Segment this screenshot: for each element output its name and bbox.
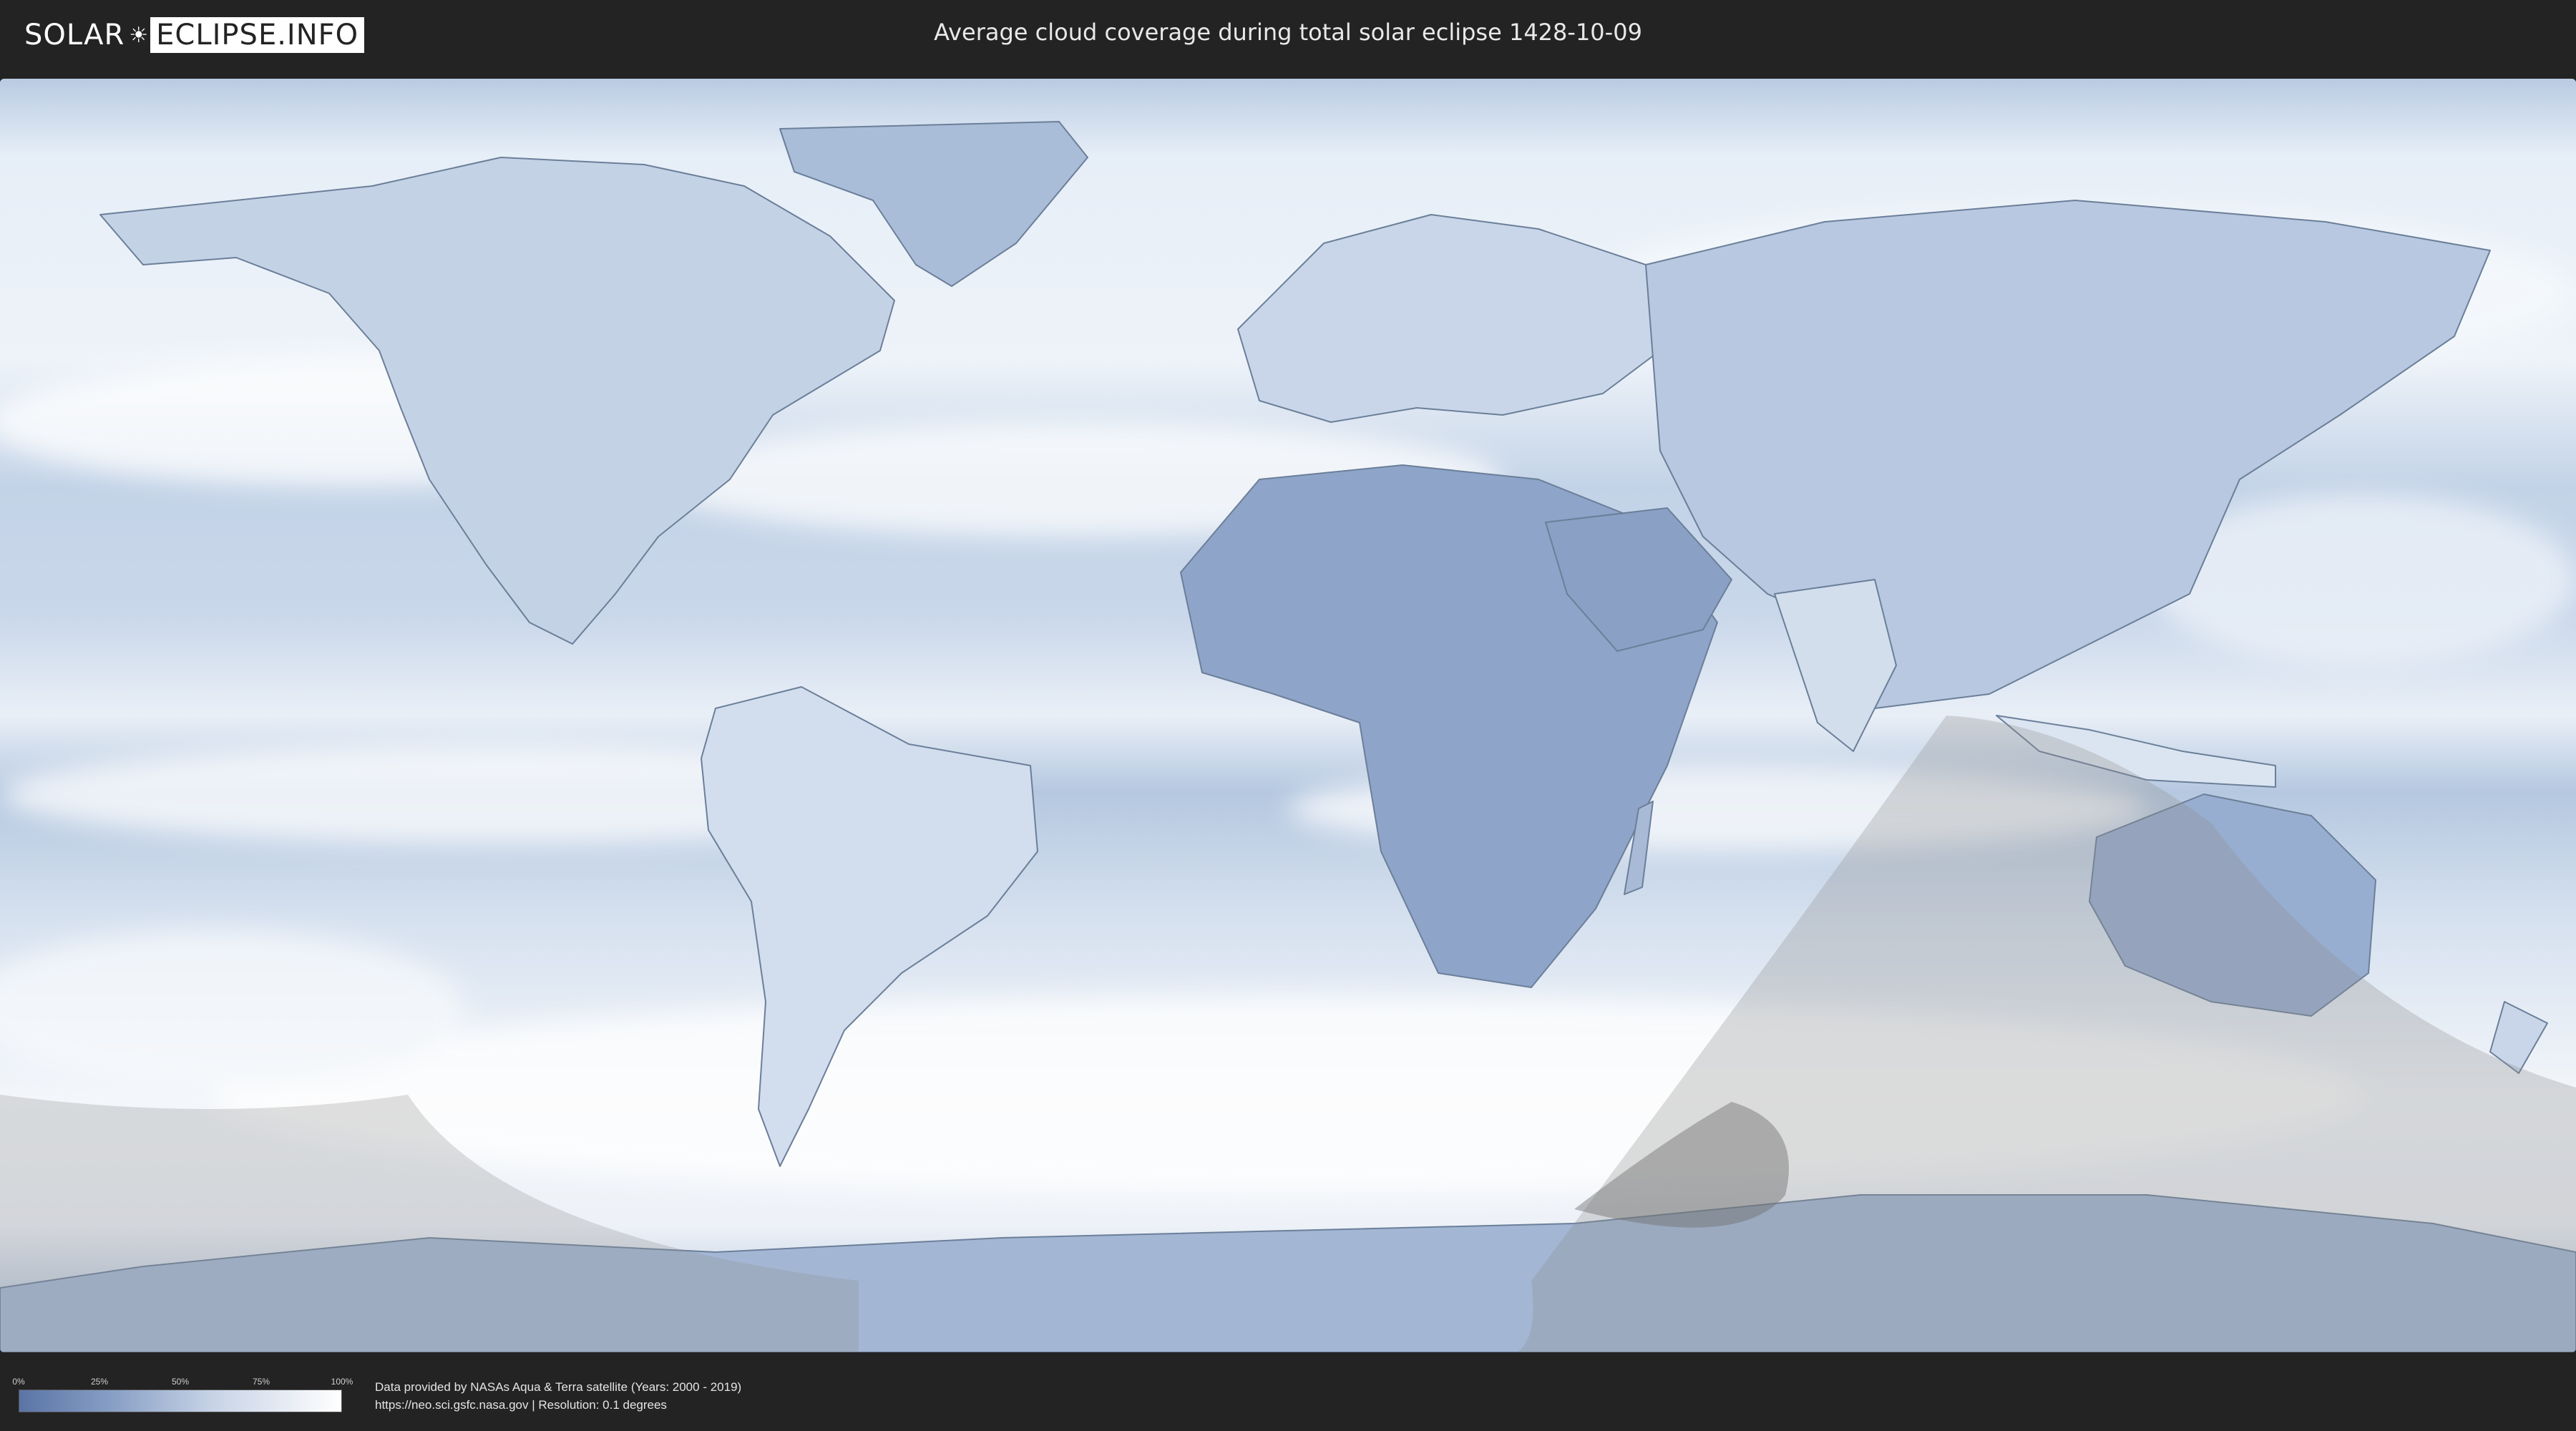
- legend-tick: 0%: [12, 1377, 25, 1387]
- legend-tick: 50%: [171, 1377, 190, 1387]
- legend-tick: 100%: [331, 1377, 353, 1387]
- cloud-coverage-legend: 0% 25% 50% 75% 100%: [12, 1377, 353, 1412]
- legend-tick: 75%: [252, 1377, 270, 1387]
- credit-link[interactable]: https://neo.sci.gsfc.nasa.gov | Resoluti…: [375, 1396, 741, 1414]
- legend-ticks: 0% 25% 50% 75% 100%: [12, 1377, 353, 1387]
- data-credits: Data provided by NASAs Aqua & Terra sate…: [375, 1378, 741, 1414]
- legend-color-bar: [19, 1390, 342, 1412]
- top-bar: SOLAR ☀ ECLIPSE.INFO Average cloud cover…: [0, 0, 2576, 72]
- legend-tick: 25%: [90, 1377, 109, 1387]
- cloud-coverage-map[interactable]: [0, 79, 2576, 1352]
- credit-source: Data provided by NASAs Aqua & Terra sate…: [375, 1380, 742, 1394]
- page-title: Average cloud coverage during total sola…: [934, 19, 1642, 46]
